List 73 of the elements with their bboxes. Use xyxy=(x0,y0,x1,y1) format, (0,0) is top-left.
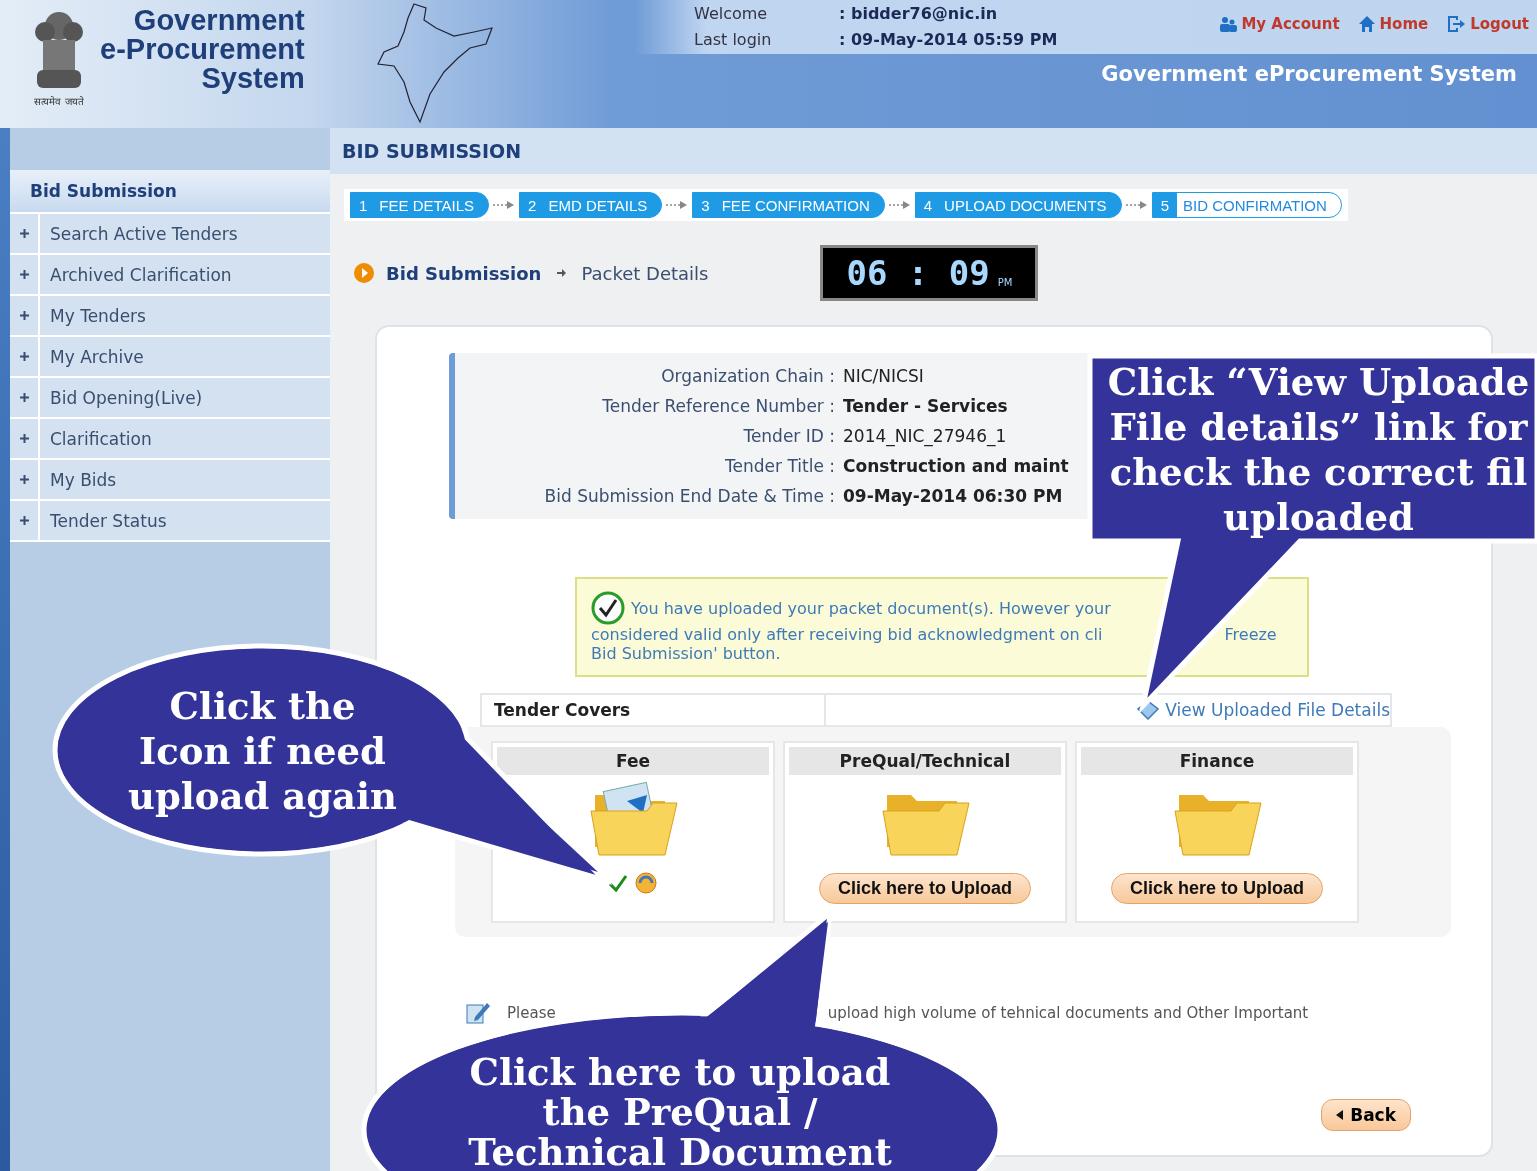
sidebar-item[interactable]: My Tenders xyxy=(10,296,330,337)
back-button[interactable]: Back xyxy=(1321,1099,1411,1131)
page-title: BID SUBMISSION xyxy=(330,128,1537,174)
note-text: Please xyxy=(507,1004,556,1022)
sidebar-item[interactable]: My Bids xyxy=(10,460,330,501)
plus-icon xyxy=(19,270,29,279)
home-icon xyxy=(1357,15,1376,33)
plus-icon xyxy=(19,311,29,320)
last-login-value: : 09-May-2014 05:59 PM xyxy=(839,30,1058,51)
info-value: 2014_NIC_27946_1 xyxy=(843,426,1008,446)
info-value: Construction and maint xyxy=(843,456,1070,476)
digital-clock: 06 : 09 PM xyxy=(820,245,1039,301)
emblem-caption: सत्यमेव जयते xyxy=(34,95,84,108)
callout-text: Click the Icon if need upload again xyxy=(127,684,398,819)
dotted-arrow-icon xyxy=(1125,201,1148,209)
last-login-label: Last login xyxy=(694,30,773,51)
sidebar-item[interactable]: Tender Status xyxy=(10,501,330,542)
sidebar-heading: Bid Submission xyxy=(10,170,330,214)
system-subtitle: Government eProcurement System xyxy=(1101,61,1518,86)
site-title: Government e-Procurement System xyxy=(100,6,305,93)
callout-text: Click here to upload the PreQual / Technical Document xyxy=(467,1052,893,1171)
callout-text: Click “View Uploade File details” link for check the correct fil uploaded xyxy=(1106,360,1531,540)
arrow-right-icon xyxy=(555,267,568,279)
logout-icon xyxy=(1446,15,1467,33)
sidebar-item[interactable]: Archived Clarification xyxy=(10,255,330,296)
dotted-arrow-icon xyxy=(666,201,689,209)
plus-icon xyxy=(19,393,29,402)
sidebar-item[interactable]: Search Active Tenders xyxy=(10,214,330,255)
notice-text: You have uploaded your packet document(s). However your xyxy=(631,598,1111,618)
plus-icon xyxy=(19,516,29,525)
check-icon xyxy=(608,874,628,892)
breadcrumb-current: Packet Details xyxy=(581,262,709,284)
wizard-step[interactable]: 5 BID CONFIRMATION xyxy=(1151,192,1342,218)
cover-title: Fee xyxy=(497,747,769,775)
folder-with-documents-icon[interactable] xyxy=(587,781,679,859)
sidebar-item[interactable]: My Archive xyxy=(10,337,330,378)
dotted-arrow-icon xyxy=(888,201,911,209)
info-label: Tender Reference Number : xyxy=(601,396,835,416)
sidebar-item[interactable]: Clarification xyxy=(10,419,330,460)
cover-title: Finance xyxy=(1081,747,1353,775)
info-value: 09-May-2014 06:30 PM xyxy=(843,486,1064,506)
notice-text: Freeze xyxy=(1224,625,1277,644)
play-circle-icon xyxy=(354,263,374,283)
breadcrumb-link[interactable]: Bid Submission xyxy=(386,262,542,284)
plus-icon xyxy=(19,229,29,238)
dotted-arrow-icon xyxy=(493,201,516,209)
notice-text: considered valid only after receiving bid acknowledgment on cli xyxy=(591,625,1103,644)
nav-link[interactable]: Home xyxy=(1357,14,1429,34)
pencil-icon xyxy=(465,1001,491,1025)
cover-title: PreQual/Technical xyxy=(789,747,1061,775)
sidebar-item[interactable]: Bid Opening(Live) xyxy=(10,378,330,419)
caret-left-icon xyxy=(1336,1110,1345,1120)
info-label: Tender Title : xyxy=(724,456,835,476)
info-value: NIC/NICSI xyxy=(843,366,925,386)
info-label: Tender ID : xyxy=(742,426,835,446)
welcome-label: Welcome xyxy=(694,4,769,25)
upload-button[interactable]: Click here to Upload xyxy=(1110,873,1323,904)
covers-heading: Tender Covers xyxy=(482,695,826,725)
info-label: Organization Chain : xyxy=(660,366,835,386)
note-text: upload high volume of tehnical documents and Other Important xyxy=(827,1004,1309,1022)
nav-link[interactable]: My Account xyxy=(1219,14,1340,34)
upload-button[interactable]: Click here to Upload xyxy=(818,873,1031,904)
refresh-icon[interactable] xyxy=(634,871,658,895)
plus-icon xyxy=(19,475,29,484)
nav-link[interactable]: Logout xyxy=(1446,14,1529,34)
info-value: Tender - Services xyxy=(843,396,1009,416)
user-icon xyxy=(1219,16,1238,32)
check-circle-icon xyxy=(591,591,625,625)
welcome-value: : bidder76@nic.in xyxy=(839,4,999,25)
plus-icon xyxy=(19,352,29,361)
notice-text: Bid Submission' button. xyxy=(591,644,782,663)
plus-icon xyxy=(19,434,29,443)
info-label: Bid Submission End Date & Time : xyxy=(543,486,835,506)
